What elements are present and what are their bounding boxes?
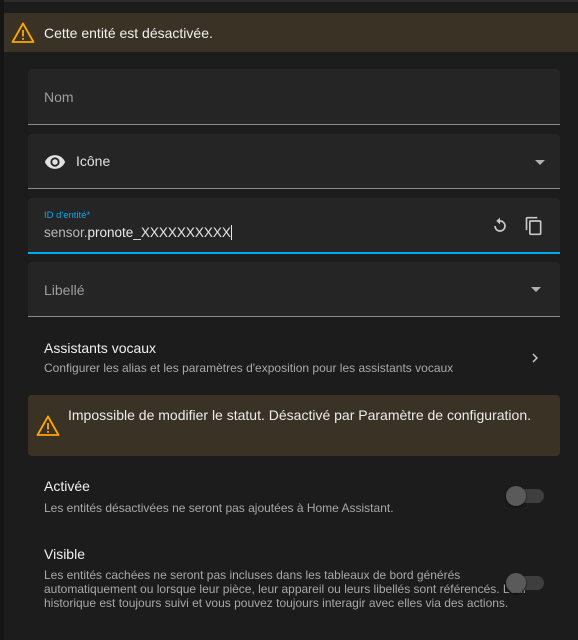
dropdown-arrow-icon[interactable] <box>531 287 541 292</box>
toggle-thumb <box>506 573 526 593</box>
visible-description: Les entités cachées ne seront pas inclus… <box>44 568 527 610</box>
banner-text: Cette entité est désactivée. <box>44 24 213 41</box>
enabled-description: Les entités désactivées ne seront pas aj… <box>44 501 394 515</box>
warning-icon <box>36 415 60 436</box>
entity-id-value: pronote_XXXXXXXXXX <box>87 225 231 240</box>
entity-id-field[interactable]: ID d'entité* sensor.pronote_XXXXXXXXXX <box>28 198 560 254</box>
restore-icon <box>494 217 506 232</box>
voice-assistants-description: Configurer les alias et les paramètres d… <box>44 361 454 375</box>
warning-icon <box>11 22 35 43</box>
dropdown-arrow-icon[interactable] <box>535 160 545 165</box>
name-placeholder: Nom <box>44 89 74 105</box>
label-select[interactable]: Libellé <box>28 262 560 317</box>
chevron-right-icon <box>532 353 538 363</box>
entity-settings-dialog: Cette entité est désactivée. Nom Icône I… <box>4 0 578 640</box>
visible-toggle[interactable] <box>506 573 544 593</box>
disabled-banner: Cette entité est désactivée. <box>4 13 578 52</box>
divider <box>4 0 578 2</box>
entity-id-input[interactable]: sensor.pronote_XXXXXXXXXX <box>44 225 232 240</box>
visible-title: Visible <box>44 546 85 562</box>
name-field[interactable]: Nom <box>28 69 560 125</box>
enabled-toggle[interactable] <box>506 486 544 506</box>
toggle-thumb <box>506 486 526 506</box>
icon-label: Icône <box>76 153 111 169</box>
text-cursor <box>230 225 232 240</box>
entity-id-prefix: sensor. <box>44 225 88 240</box>
label-placeholder: Libellé <box>44 282 85 298</box>
icon-picker[interactable]: Icône <box>28 134 560 189</box>
copy-entity-id-button[interactable] <box>522 214 546 238</box>
copy-icon <box>525 216 542 236</box>
reset-entity-id-button[interactable] <box>488 214 512 238</box>
status-alert: Impossible de modifier le statut. Désact… <box>28 395 560 456</box>
voice-assistants-title: Assistants vocaux <box>44 340 157 356</box>
enabled-row: Activée Les entités désactivées ne seron… <box>28 470 560 530</box>
status-alert-text: Impossible de modifier le statut. Désact… <box>68 407 532 423</box>
voice-assistants-row[interactable]: Assistants vocaux Configurer les alias e… <box>28 330 560 386</box>
visible-row: Visible Les entités cachées ne seront pa… <box>28 538 560 638</box>
enabled-title: Activée <box>44 478 90 494</box>
eye-icon <box>44 155 66 169</box>
entity-id-label: ID d'entité* <box>44 210 91 221</box>
